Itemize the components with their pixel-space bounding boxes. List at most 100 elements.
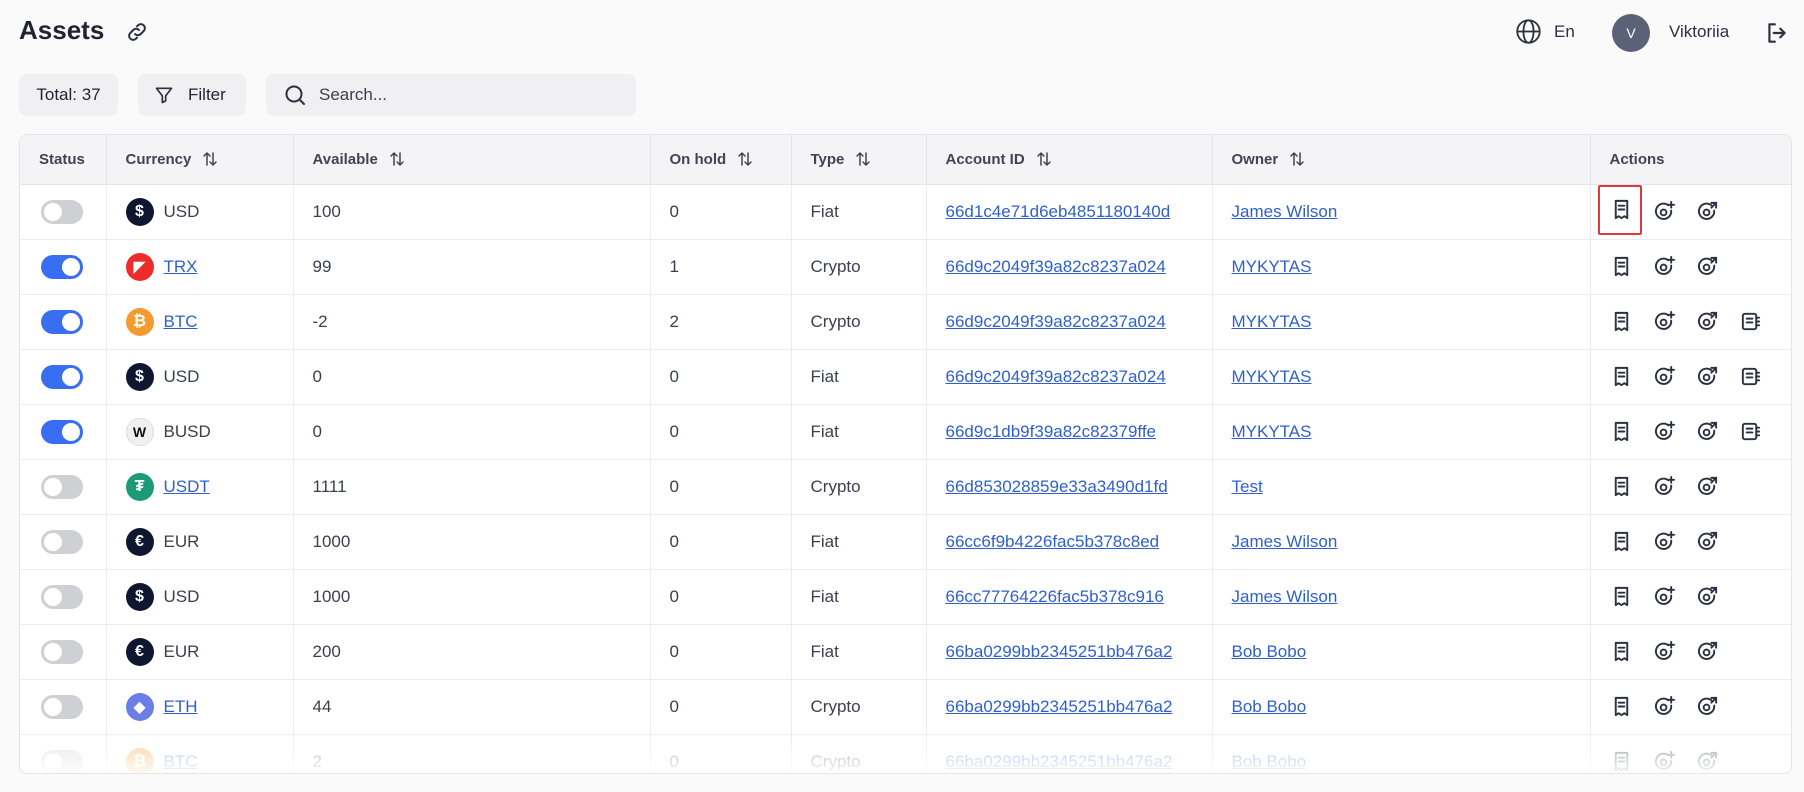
coin-send-icon[interactable] [1696,200,1719,223]
owner-link[interactable]: James Wilson [1232,202,1338,221]
coin-send-icon[interactable] [1696,420,1719,443]
account-id-link[interactable]: 66d853028859e33a3490d1fd [946,477,1168,496]
receipt-icon[interactable] [1610,530,1633,553]
coin-send-icon[interactable] [1696,365,1719,388]
coin-add-icon[interactable] [1653,640,1676,663]
owner-link[interactable]: MYKYTAS [1232,257,1312,276]
search-input[interactable] [319,85,619,105]
coin-add-icon[interactable] [1653,475,1676,498]
currency-link[interactable]: BTC [164,312,198,332]
coin-add-icon[interactable] [1653,255,1676,278]
account-id-link[interactable]: 66cc6f9b4226fac5b378c8ed [946,532,1160,551]
column-account-id[interactable]: Account ID [926,135,1213,185]
column-owner[interactable]: Owner [1212,135,1591,185]
status-toggle[interactable] [41,419,83,444]
status-toggle[interactable] [41,694,83,719]
currency-link[interactable]: TRX [164,257,198,277]
receipt-icon[interactable] [1610,585,1633,608]
ledger-icon[interactable] [1739,310,1762,333]
status-toggle[interactable] [41,364,83,389]
owner-link[interactable]: Bob Bobo [1232,752,1307,771]
status-toggle[interactable] [41,639,83,664]
column-currency[interactable]: Currency [106,135,294,185]
owner-link[interactable]: MYKYTAS [1232,367,1312,386]
filter-label: Filter [188,85,226,104]
coin-send-icon[interactable] [1696,475,1719,498]
currency-link[interactable]: BTC [164,752,198,772]
coin-send-icon[interactable] [1696,640,1719,663]
receipt-icon[interactable] [1610,475,1633,498]
coin-add-icon[interactable] [1653,695,1676,718]
account-id-link[interactable]: 66cc77764226fac5b378c916 [946,587,1164,606]
owner-link[interactable]: MYKYTAS [1232,422,1312,441]
column-on-hold[interactable]: On hold [650,135,792,185]
account-id-link[interactable]: 66d9c2049f39a82c8237a024 [946,367,1166,386]
coin-send-icon[interactable] [1696,310,1719,333]
account-id-link[interactable]: 66d9c2049f39a82c8237a024 [946,257,1166,276]
avatar[interactable]: V [1612,14,1650,52]
owner-link[interactable]: Test [1232,477,1263,496]
account-id-link[interactable]: 66d1c4e71d6eb4851180140d [946,202,1171,221]
filter-button[interactable]: Filter [138,74,246,116]
status-toggle[interactable] [41,529,83,554]
ledger-icon[interactable] [1739,420,1762,443]
sort-arrows-icon[interactable] [1288,150,1306,168]
receipt-icon[interactable] [1610,695,1633,718]
owner-link[interactable]: James Wilson [1232,587,1338,606]
owner-link[interactable]: James Wilson [1232,532,1338,551]
owner-cell: Bob Bobo [1212,624,1591,680]
status-toggle[interactable] [41,474,83,499]
coin-add-icon[interactable] [1653,585,1676,608]
account-id-link[interactable]: 66ba0299bb2345251bb476a2 [946,752,1173,771]
receipt-icon[interactable] [1610,750,1633,773]
link-icon[interactable] [125,20,149,44]
status-toggle[interactable] [41,749,83,773]
coin-add-icon[interactable] [1653,200,1676,223]
logout-icon[interactable] [1764,20,1790,46]
account-id-link[interactable]: 66ba0299bb2345251bb476a2 [946,642,1173,661]
bitcoin-coin-icon: ₿ [125,307,154,336]
coin-send-icon[interactable] [1696,255,1719,278]
sort-arrows-icon[interactable] [1035,150,1053,168]
receipt-icon[interactable] [1610,420,1633,443]
receipt-icon[interactable] [1610,255,1633,278]
user-name[interactable]: Viktoriia [1669,22,1729,42]
currency-link[interactable]: USDT [164,477,210,497]
coin-send-icon[interactable] [1696,585,1719,608]
receipt-icon[interactable] [1610,365,1633,388]
coin-add-icon[interactable] [1653,365,1676,388]
available-cell: 99 [293,239,651,295]
account-id-link[interactable]: 66ba0299bb2345251bb476a2 [946,697,1173,716]
language-selector[interactable]: En [1515,18,1575,45]
account-id-link[interactable]: 66d9c2049f39a82c8237a024 [946,312,1166,331]
ledger-icon[interactable] [1739,365,1762,388]
assets-table: Status Currency Available On hold Type A… [19,134,1792,774]
coin-add-icon[interactable] [1653,750,1676,773]
coin-add-icon[interactable] [1653,530,1676,553]
sort-arrows-icon[interactable] [854,150,872,168]
currency-link[interactable]: ETH [164,697,198,717]
account-id-link[interactable]: 66d9c1db9f39a82c82379ffe [946,422,1157,441]
owner-link[interactable]: Bob Bobo [1232,642,1307,661]
owner-link[interactable]: Bob Bobo [1232,697,1307,716]
search-box[interactable] [266,74,636,116]
coin-send-icon[interactable] [1696,695,1719,718]
receipt-action-highlighted[interactable] [1597,184,1642,235]
status-toggle[interactable] [41,584,83,609]
column-type[interactable]: Type [791,135,927,185]
sort-arrows-icon[interactable] [736,150,754,168]
status-toggle[interactable] [41,254,83,279]
sort-arrows-icon[interactable] [388,150,406,168]
receipt-icon[interactable] [1610,310,1633,333]
coin-send-icon[interactable] [1696,750,1719,773]
coin-send-icon[interactable] [1696,530,1719,553]
receipt-icon[interactable] [1610,640,1633,663]
owner-link[interactable]: MYKYTAS [1232,312,1312,331]
sort-arrows-icon[interactable] [201,150,219,168]
status-toggle[interactable] [41,199,83,224]
coin-add-icon[interactable] [1653,420,1676,443]
coin-add-icon[interactable] [1653,310,1676,333]
on-hold-cell: 0 [650,459,792,515]
column-available[interactable]: Available [293,135,651,185]
status-toggle[interactable] [41,309,83,334]
